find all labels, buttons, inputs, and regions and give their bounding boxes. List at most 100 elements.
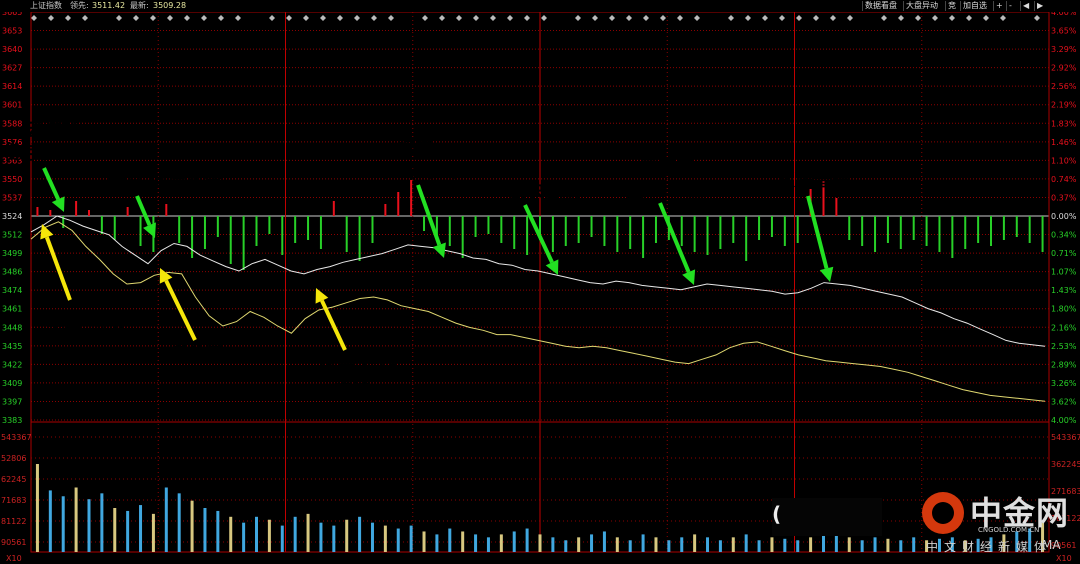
annotation-label: 板块普跌 xyxy=(508,181,580,202)
price-tick-label: 3537 xyxy=(2,193,22,202)
pct-tick-label: 2.16% xyxy=(1051,323,1077,332)
volume-tick-label: 52806 xyxy=(1,454,26,463)
event-marker-icon xyxy=(796,15,802,21)
pct-tick-label: 3.62% xyxy=(1051,397,1077,406)
annotation-label: 数字货币 xyxy=(6,143,78,164)
volume-tick-label: 543367 xyxy=(1,433,32,442)
price-tick-label: 3383 xyxy=(2,416,22,425)
latest-label: 最新: xyxy=(130,1,149,10)
pct-tick-label: 3.65% xyxy=(1051,27,1077,36)
volume-tick-label: 81122 xyxy=(1,517,26,526)
event-marker-icon xyxy=(337,15,343,21)
pct-tick-label: 1.07% xyxy=(1051,268,1077,277)
event-marker-icon xyxy=(31,15,37,21)
pct-tick-label: 3.26% xyxy=(1051,379,1077,388)
volume-tick-label: 71683 xyxy=(1,496,26,505)
pct-tick-label: 0.00% xyxy=(1051,212,1077,221)
event-marker-icon xyxy=(116,15,122,21)
price-tick-label: 3474 xyxy=(2,286,22,295)
event-marker-icon xyxy=(167,15,173,21)
price-tick-label: 3409 xyxy=(2,379,22,388)
event-marker-icon xyxy=(218,15,224,21)
pct-tick-label: 2.56% xyxy=(1051,82,1077,91)
annotation-label: 云游戏 xyxy=(26,120,80,141)
cngold-logo-icon xyxy=(922,492,964,534)
event-marker-icon xyxy=(813,15,819,21)
obscured-label: ( xyxy=(772,498,882,536)
latest-value: 3509.28 xyxy=(153,1,187,10)
pct-tick-label: 2.92% xyxy=(1051,64,1077,73)
arrow-head-icon xyxy=(819,266,834,282)
event-marker-icon xyxy=(354,15,360,21)
event-marker-icon xyxy=(983,15,989,21)
event-marker-icon xyxy=(575,15,581,21)
event-marker-icon xyxy=(541,15,547,21)
event-marker-icon xyxy=(762,15,768,21)
scroll-right-button[interactable]: ▶ xyxy=(1034,1,1045,11)
event-marker-icon xyxy=(677,15,683,21)
event-marker-icon xyxy=(65,15,71,21)
pct-tick-label: 0.74% xyxy=(1051,175,1077,184)
event-marker-icon xyxy=(507,15,513,21)
chart-header-bar: 上证指数 领先: 3511.42 最新: 3509.28 数据看盘 大盘异动 竞… xyxy=(0,0,1080,12)
event-marker-icon xyxy=(830,15,836,21)
event-marker-icon xyxy=(82,15,88,21)
event-marker-icon xyxy=(320,15,326,21)
event-marker-icon xyxy=(745,15,751,21)
event-marker-icon xyxy=(48,15,54,21)
price-tick-label: 3435 xyxy=(2,342,22,351)
market-alert-button[interactable]: 大盘异动 xyxy=(903,1,940,11)
green-arrow-icon xyxy=(523,204,554,264)
watermark-subtitle: 中文财经新媒体 xyxy=(926,540,1053,554)
event-marker-icon xyxy=(1000,15,1006,21)
event-marker-icon xyxy=(898,15,904,21)
event-marker-icon xyxy=(439,15,445,21)
lead-value: 3511.42 xyxy=(92,1,126,10)
volume-tick-label: 90561 xyxy=(1,538,26,547)
annotation-label: 证券 酒店 xyxy=(320,357,399,378)
annotation-label: 元宇宙 xyxy=(640,157,694,178)
event-marker-icon xyxy=(150,15,156,21)
event-marker-icon xyxy=(286,15,292,21)
price-tick-label: 3653 xyxy=(2,27,22,36)
watermark-domain: CNGOLD.COM.CN xyxy=(978,526,1040,534)
pct-tick-label: 0.37% xyxy=(1051,193,1077,202)
event-marker-icon xyxy=(643,15,649,21)
watermark-extra: MA xyxy=(1042,538,1061,552)
event-marker-icon xyxy=(626,15,632,21)
intraday-chart: 3665 4.00%3653 3.65%3640 3.29%3627 2.92%3614… xyxy=(1,8,1080,563)
data-view-button[interactable]: 数据看盘 xyxy=(862,1,899,11)
event-marker-icon xyxy=(490,15,496,21)
zoom-in-button[interactable]: + xyxy=(993,1,1005,11)
event-marker-icon xyxy=(847,15,853,21)
green-arrow-icon xyxy=(658,202,691,273)
green-arrow-icon xyxy=(135,195,152,226)
volume-tick-label: 362245 xyxy=(1051,460,1080,469)
event-marker-icon xyxy=(269,15,275,21)
price-tick-label: 3448 xyxy=(2,323,22,332)
pct-tick-label: 1.43% xyxy=(1051,286,1077,295)
annotation-label: 烟草 鸿蒙概念 xyxy=(108,172,223,193)
volume-tick-label: 543367 xyxy=(1051,433,1080,442)
event-marker-icon xyxy=(422,15,428,21)
zoom-out-button[interactable]: - xyxy=(1006,1,1014,11)
lead-label: 领先: xyxy=(70,1,89,10)
price-tick-label: 3499 xyxy=(2,249,22,258)
scroll-left-button[interactable]: ◀ xyxy=(1020,1,1031,11)
add-watchlist-button[interactable]: 加自选 xyxy=(960,1,989,11)
volume-tick-label: 62245 xyxy=(1,475,26,484)
event-marker-icon xyxy=(660,15,666,21)
price-tick-label: 3601 xyxy=(2,101,22,110)
pct-tick-label: 2.19% xyxy=(1051,101,1077,110)
green-arrow-icon xyxy=(42,167,61,201)
auction-button[interactable]: 竞 xyxy=(945,1,958,11)
annotation-label: 旅游 xyxy=(334,380,370,401)
pct-tick-label: 4.00% xyxy=(1051,416,1077,425)
price-tick-label: 3461 xyxy=(2,305,22,314)
price-tick-label: 3588 xyxy=(2,119,22,128)
event-marker-icon xyxy=(388,15,394,21)
price-tick-label: 3627 xyxy=(2,64,22,73)
event-marker-icon xyxy=(932,15,938,21)
event-marker-icon xyxy=(966,15,972,21)
event-marker-icon xyxy=(184,15,190,21)
